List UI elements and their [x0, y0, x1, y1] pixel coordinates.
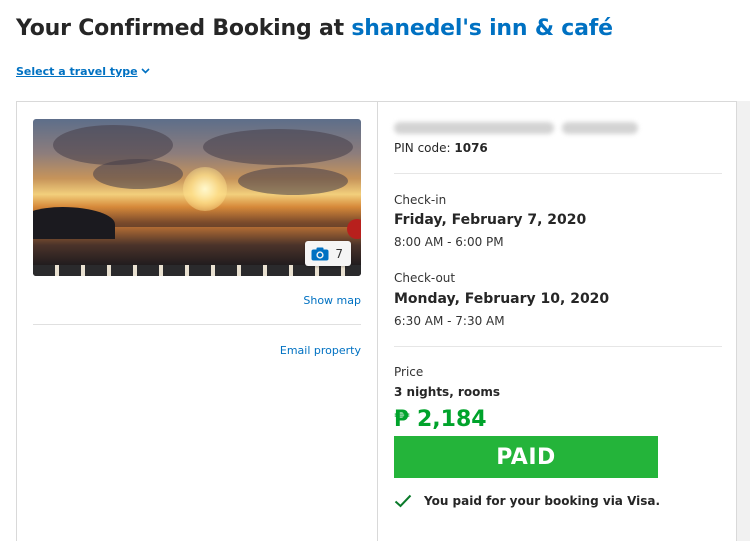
photo-red-object [347, 219, 361, 239]
paid-status-banner: PAID [394, 436, 658, 478]
pin-code: PIN code: 1076 [394, 141, 488, 155]
payment-note: You paid for your booking via Visa. [394, 494, 660, 508]
booking-details-column: PIN code: 1076 Check-in Friday, February… [377, 102, 737, 541]
stay-summary: 3 nights, rooms [394, 385, 500, 399]
chevron-down-icon [141, 64, 150, 77]
property-column: 7 Show map Email property [17, 102, 377, 541]
photo-count-badge[interactable]: 7 [305, 241, 351, 266]
pin-label: PIN code: [394, 141, 455, 155]
photo-cloud [203, 129, 353, 165]
email-property-link[interactable]: Email property [280, 344, 361, 357]
property-photo[interactable]: 7 [33, 119, 361, 276]
photo-cloud [238, 167, 348, 195]
price-label: Price [394, 365, 424, 379]
checkin-date: Friday, February 7, 2020 [394, 212, 587, 228]
travel-type-selector[interactable]: Select a travel type [16, 64, 150, 78]
pin-value: 1076 [454, 141, 488, 155]
divider [33, 324, 361, 325]
divider [394, 346, 722, 347]
show-map-link[interactable]: Show map [303, 294, 361, 307]
checkin-label: Check-in [394, 193, 447, 207]
photo-count: 7 [335, 246, 343, 261]
payment-note-text: You paid for your booking via Visa. [424, 494, 661, 508]
hotel-name-link[interactable]: shanedel's inn & café [351, 16, 613, 41]
checkmark-icon [394, 494, 412, 508]
checkout-date: Monday, February 10, 2020 [394, 291, 610, 307]
travel-type-label: Select a travel type [16, 65, 138, 78]
photo-railing [33, 265, 361, 276]
photo-sun [183, 167, 227, 211]
camera-icon [311, 247, 329, 261]
checkout-label: Check-out [394, 271, 456, 285]
page-title-prefix: Your Confirmed Booking at [16, 16, 352, 41]
photo-cloud [53, 125, 173, 165]
page-title: Your Confirmed Booking at shanedel's inn… [16, 16, 613, 41]
scrollbar-track[interactable] [737, 101, 750, 541]
photo-cloud [93, 159, 183, 189]
checkout-time: 6:30 AM - 7:30 AM [394, 314, 505, 328]
confirmation-number-redacted [394, 122, 638, 134]
booking-card: 7 Show map Email property PIN code: 1076… [16, 101, 737, 541]
checkin-time: 8:00 AM - 6:00 PM [394, 235, 504, 249]
photo-hill [33, 207, 115, 239]
paid-status-text: PAID [496, 444, 556, 470]
divider [394, 173, 722, 174]
price-amount: ₱ 2,184 [394, 407, 487, 432]
